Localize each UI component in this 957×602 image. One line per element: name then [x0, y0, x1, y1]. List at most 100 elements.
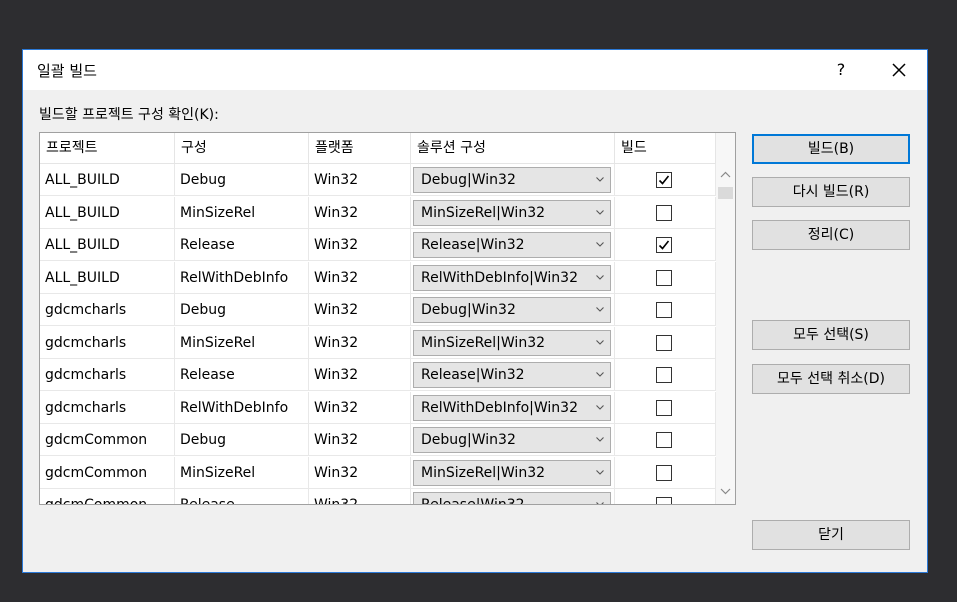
- project-cell: ALL_BUILD: [40, 261, 175, 294]
- project-cell: gdcmcharls: [40, 359, 175, 391]
- solution-config-dropdown[interactable]: Release|Win32: [413, 362, 611, 388]
- platform-cell: Win32: [309, 164, 411, 196]
- project-cell: gdcmCommon: [40, 456, 175, 489]
- table-row[interactable]: ALL_BUILD RelWithDebInfo Win32 RelWithDebIn…: [40, 261, 716, 294]
- chevron-down-icon: [596, 209, 604, 215]
- solution-config-value: Release|Win32: [421, 497, 525, 505]
- platform-cell: Win32: [309, 456, 411, 489]
- build-checkbox[interactable]: [656, 464, 672, 481]
- batch-build-dialog: 일괄 빌드 ? 빌드할 프로젝트 구성 확인(K): 프로젝트 구성 플랫폼 솔…: [22, 49, 928, 573]
- config-cell: Release: [175, 489, 309, 504]
- platform-cell: Win32: [309, 326, 411, 359]
- chevron-down-icon: [596, 177, 604, 182]
- platform-cell: Win32: [309, 294, 411, 326]
- project-cell: gdcmCommon: [40, 489, 175, 504]
- grid-prompt-label: 빌드할 프로젝트 구성 확인(K):: [39, 107, 219, 123]
- solution-config-value: MinSizeRel|Win32: [421, 334, 546, 351]
- config-cell: Debug: [175, 294, 309, 326]
- config-cell: RelWithDebInfo: [175, 261, 309, 294]
- column-header-build[interactable]: 빌드: [615, 133, 716, 163]
- chevron-down-icon: [596, 372, 604, 377]
- chevron-down-icon: [596, 339, 604, 345]
- chevron-down-icon: [596, 502, 604, 504]
- project-cell: gdcmcharls: [40, 391, 175, 424]
- table-row[interactable]: gdcmCommon Debug Win32 Debug|Win32: [40, 424, 716, 456]
- build-checkbox[interactable]: [656, 172, 672, 188]
- config-cell: Debug: [175, 164, 309, 196]
- build-checkbox[interactable]: [656, 237, 672, 253]
- solution-config-dropdown[interactable]: Release|Win32: [413, 232, 611, 258]
- build-checkbox[interactable]: [656, 334, 672, 351]
- solution-config-value: Debug|Win32: [421, 172, 516, 188]
- table-row[interactable]: gdcmcharls Release Win32 Release|Win32: [40, 359, 716, 391]
- build-checkbox[interactable]: [656, 204, 672, 221]
- chevron-down-icon: [596, 274, 604, 280]
- scroll-down-icon[interactable]: [720, 488, 731, 495]
- select-all-button[interactable]: 모두 선택(S): [752, 320, 910, 350]
- build-checkbox[interactable]: [656, 497, 672, 504]
- dialog-title: 일괄 빌드: [37, 62, 97, 80]
- platform-cell: Win32: [309, 196, 411, 229]
- project-cell: ALL_BUILD: [40, 229, 175, 261]
- clean-button[interactable]: 정리(C): [752, 220, 910, 250]
- table-row[interactable]: gdcmcharls RelWithDebInfo Win32 RelWithDebI…: [40, 391, 716, 424]
- table-row[interactable]: ALL_BUILD Release Win32 Release|Win32: [40, 229, 716, 261]
- platform-cell: Win32: [309, 424, 411, 456]
- build-checkbox[interactable]: [656, 399, 672, 416]
- build-checkbox[interactable]: [656, 302, 672, 318]
- build-button[interactable]: 빌드(B): [752, 134, 910, 164]
- build-checkbox[interactable]: [656, 432, 672, 448]
- solution-config-dropdown[interactable]: MinSizeRel|Win32: [413, 329, 611, 356]
- solution-config-dropdown[interactable]: MinSizeRel|Win32: [413, 459, 611, 486]
- solution-config-dropdown[interactable]: Release|Win32: [413, 492, 611, 505]
- column-header-config[interactable]: 구성: [175, 133, 309, 163]
- solution-config-dropdown[interactable]: MinSizeRel|Win32: [413, 199, 611, 226]
- platform-cell: Win32: [309, 261, 411, 294]
- deselect-all-button[interactable]: 모두 선택 취소(D): [752, 364, 910, 394]
- solution-config-value: RelWithDebInfo|Win32: [421, 399, 578, 416]
- vertical-scrollbar[interactable]: [716, 133, 735, 504]
- project-cell: gdcmcharls: [40, 294, 175, 326]
- project-cell: ALL_BUILD: [40, 164, 175, 196]
- table-row[interactable]: gdcmCommon MinSizeRel Win32 MinSizeRel|Win3…: [40, 456, 716, 489]
- help-button[interactable]: ?: [823, 50, 859, 90]
- build-checkbox[interactable]: [656, 367, 672, 383]
- grid-header: 프로젝트 구성 플랫폼 솔루션 구성 빌드: [40, 133, 716, 164]
- config-cell: Debug: [175, 424, 309, 456]
- column-header-solution-config[interactable]: 솔루션 구성: [411, 133, 615, 163]
- column-header-project[interactable]: 프로젝트: [40, 133, 175, 163]
- close-button[interactable]: 닫기: [752, 520, 910, 550]
- config-cell: RelWithDebInfo: [175, 391, 309, 424]
- solution-config-dropdown[interactable]: Debug|Win32: [413, 167, 611, 193]
- solution-config-value: Debug|Win32: [421, 432, 516, 448]
- config-cell: Release: [175, 359, 309, 391]
- table-row[interactable]: gdcmcharls MinSizeRel Win32 MinSizeRel|Win3…: [40, 326, 716, 359]
- table-row[interactable]: gdcmcharls Debug Win32 Debug|Win32: [40, 294, 716, 326]
- rebuild-button[interactable]: 다시 빌드(R): [752, 177, 910, 207]
- solution-config-value: RelWithDebInfo|Win32: [421, 269, 578, 286]
- table-row[interactable]: ALL_BUILD Debug Win32 Debug|Win32: [40, 164, 716, 196]
- solution-config-dropdown[interactable]: RelWithDebInfo|Win32: [413, 264, 611, 291]
- platform-cell: Win32: [309, 489, 411, 504]
- solution-config-dropdown[interactable]: Debug|Win32: [413, 297, 611, 323]
- close-icon[interactable]: [879, 50, 919, 90]
- solution-config-value: Release|Win32: [421, 367, 525, 383]
- table-row[interactable]: ALL_BUILD MinSizeRel Win32 MinSizeRel|Win32: [40, 196, 716, 229]
- title-bar: 일괄 빌드 ?: [23, 50, 927, 90]
- chevron-down-icon: [596, 404, 604, 410]
- table-row[interactable]: gdcmCommon Release Win32 Release|Win32: [40, 489, 716, 505]
- scrollbar-thumb[interactable]: [718, 187, 733, 199]
- column-header-platform[interactable]: 플랫폼: [309, 133, 411, 163]
- project-config-grid: 프로젝트 구성 플랫폼 솔루션 구성 빌드 ALL_BUILD Debug Win3…: [39, 132, 736, 505]
- project-cell: gdcmcharls: [40, 326, 175, 359]
- project-cell: gdcmCommon: [40, 424, 175, 456]
- project-cell: ALL_BUILD: [40, 196, 175, 229]
- solution-config-dropdown[interactable]: RelWithDebInfo|Win32: [413, 394, 611, 421]
- config-cell: MinSizeRel: [175, 196, 309, 229]
- scroll-up-icon[interactable]: [720, 171, 731, 178]
- solution-config-value: MinSizeRel|Win32: [421, 204, 546, 221]
- solution-config-dropdown[interactable]: Debug|Win32: [413, 427, 611, 453]
- chevron-down-icon: [596, 242, 604, 247]
- build-checkbox[interactable]: [656, 269, 672, 286]
- chevron-down-icon: [596, 307, 604, 312]
